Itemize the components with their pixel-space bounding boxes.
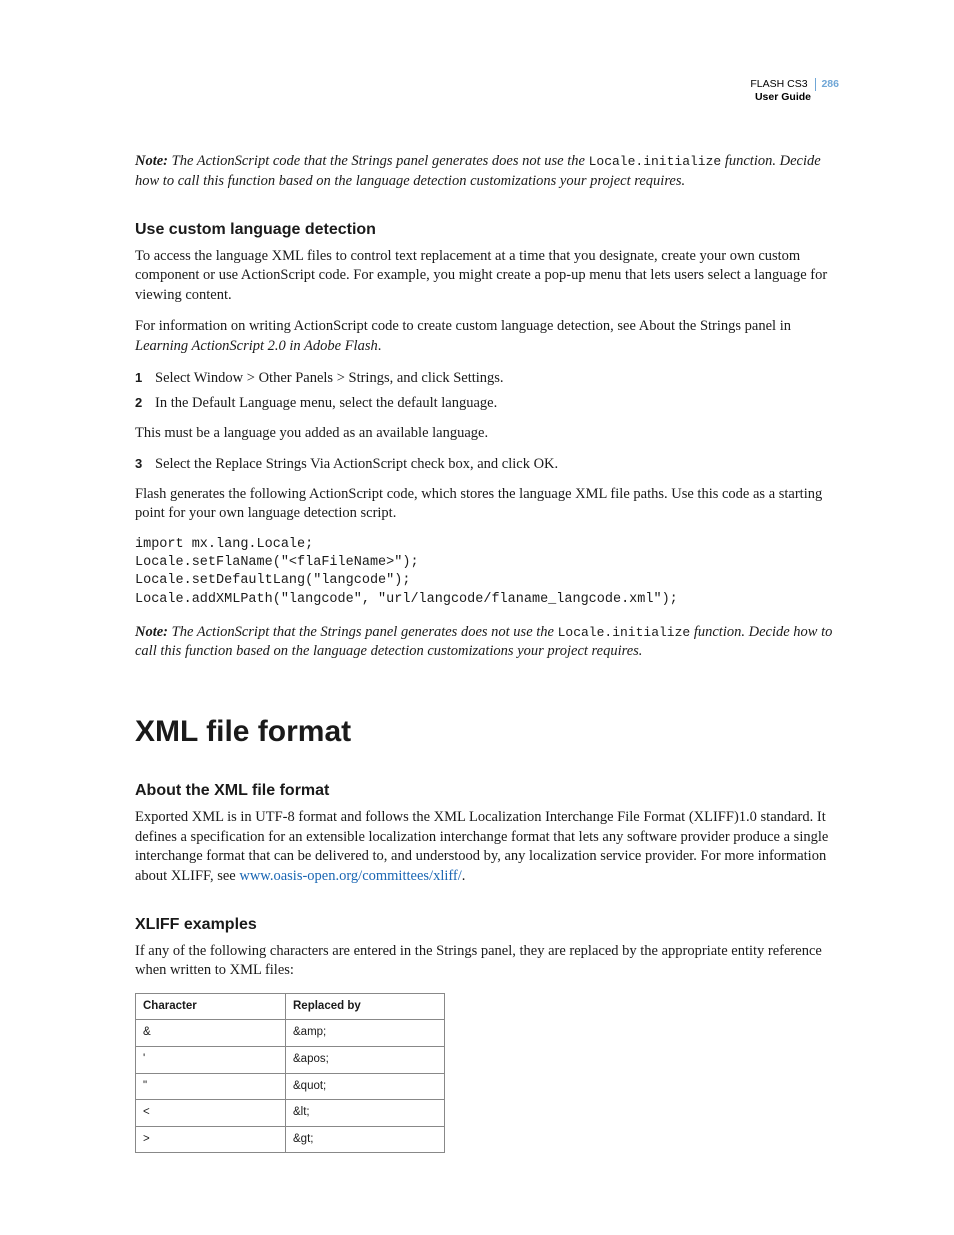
- xliff-body: If any of the following characters are e…: [135, 942, 840, 981]
- p2a: For information on writing ActionScript …: [135, 318, 791, 334]
- table-row: < &lt;: [136, 1100, 445, 1127]
- heading-xliff-examples: XLIFF examples: [135, 914, 840, 936]
- step-num: 2: [135, 394, 155, 414]
- note-label: Note:: [135, 624, 168, 640]
- body-p3: This must be a language you added as an …: [135, 424, 840, 444]
- doc-subtitle: User Guide: [750, 91, 839, 104]
- product-name: FLASH CS3: [750, 78, 807, 90]
- th-character: Character: [136, 993, 286, 1020]
- p2-cite: Learning ActionScript 2.0 in Adobe Flash: [135, 338, 378, 354]
- heading-xml-format: XML file format: [135, 712, 840, 753]
- table-row: & &amp;: [136, 1020, 445, 1047]
- note-text-1: The ActionScript that the Strings panel …: [172, 624, 558, 640]
- body-p2: For information on writing ActionScript …: [135, 317, 840, 356]
- td-char: ": [136, 1073, 286, 1100]
- step-text: Select Window > Other Panels > Strings, …: [155, 369, 840, 389]
- td-char: ': [136, 1047, 286, 1074]
- p2c: .: [378, 338, 382, 354]
- note-1: Note: The ActionScript code that the Str…: [135, 152, 840, 191]
- body-p4: Flash generates the following ActionScri…: [135, 485, 840, 524]
- page-content: Note: The ActionScript code that the Str…: [135, 152, 840, 1153]
- td-repl: &amp;: [286, 1020, 445, 1047]
- step-text: In the Default Language menu, select the…: [155, 394, 840, 414]
- code-block: import mx.lang.Locale; Locale.setFlaName…: [135, 536, 840, 609]
- table-row: " &quot;: [136, 1073, 445, 1100]
- page-number: 286: [815, 78, 839, 91]
- body-p1: To access the language XML files to cont…: [135, 247, 840, 306]
- xliff-link[interactable]: www.oasis-open.org/committees/xliff/: [239, 868, 461, 884]
- steps-group-1: 1 Select Window > Other Panels > Strings…: [135, 369, 840, 414]
- td-repl: &quot;: [286, 1073, 445, 1100]
- td-repl: &gt;: [286, 1126, 445, 1153]
- table-row: > &gt;: [136, 1126, 445, 1153]
- note-code: Locale.initialize: [589, 154, 722, 169]
- td-char: <: [136, 1100, 286, 1127]
- step-1: 1 Select Window > Other Panels > Strings…: [135, 369, 840, 389]
- td-repl: &apos;: [286, 1047, 445, 1074]
- steps-group-2: 3 Select the Replace Strings Via ActionS…: [135, 455, 840, 475]
- note-code: Locale.initialize: [558, 625, 691, 640]
- step-3: 3 Select the Replace Strings Via ActionS…: [135, 455, 840, 475]
- note-text-1: The ActionScript code that the Strings p…: [172, 153, 589, 169]
- step-num: 1: [135, 369, 155, 389]
- table-row: ' &apos;: [136, 1047, 445, 1074]
- step-num: 3: [135, 455, 155, 475]
- table-header-row: Character Replaced by: [136, 993, 445, 1020]
- heading-custom-lang: Use custom language detection: [135, 219, 840, 241]
- td-char: >: [136, 1126, 286, 1153]
- td-repl: &lt;: [286, 1100, 445, 1127]
- note-label: Note:: [135, 153, 168, 169]
- td-char: &: [136, 1020, 286, 1047]
- page-header: FLASH CS3 286 User Guide: [750, 78, 839, 104]
- heading-about-xml: About the XML file format: [135, 780, 840, 802]
- about-xml-tail: .: [462, 868, 466, 884]
- about-xml-body: Exported XML is in UTF-8 format and foll…: [135, 808, 840, 886]
- th-replaced: Replaced by: [286, 993, 445, 1020]
- step-2: 2 In the Default Language menu, select t…: [135, 394, 840, 414]
- note-2: Note: The ActionScript that the Strings …: [135, 623, 840, 662]
- step-text: Select the Replace Strings Via ActionScr…: [155, 455, 840, 475]
- entity-table: Character Replaced by & &amp; ' &apos; "…: [135, 993, 445, 1153]
